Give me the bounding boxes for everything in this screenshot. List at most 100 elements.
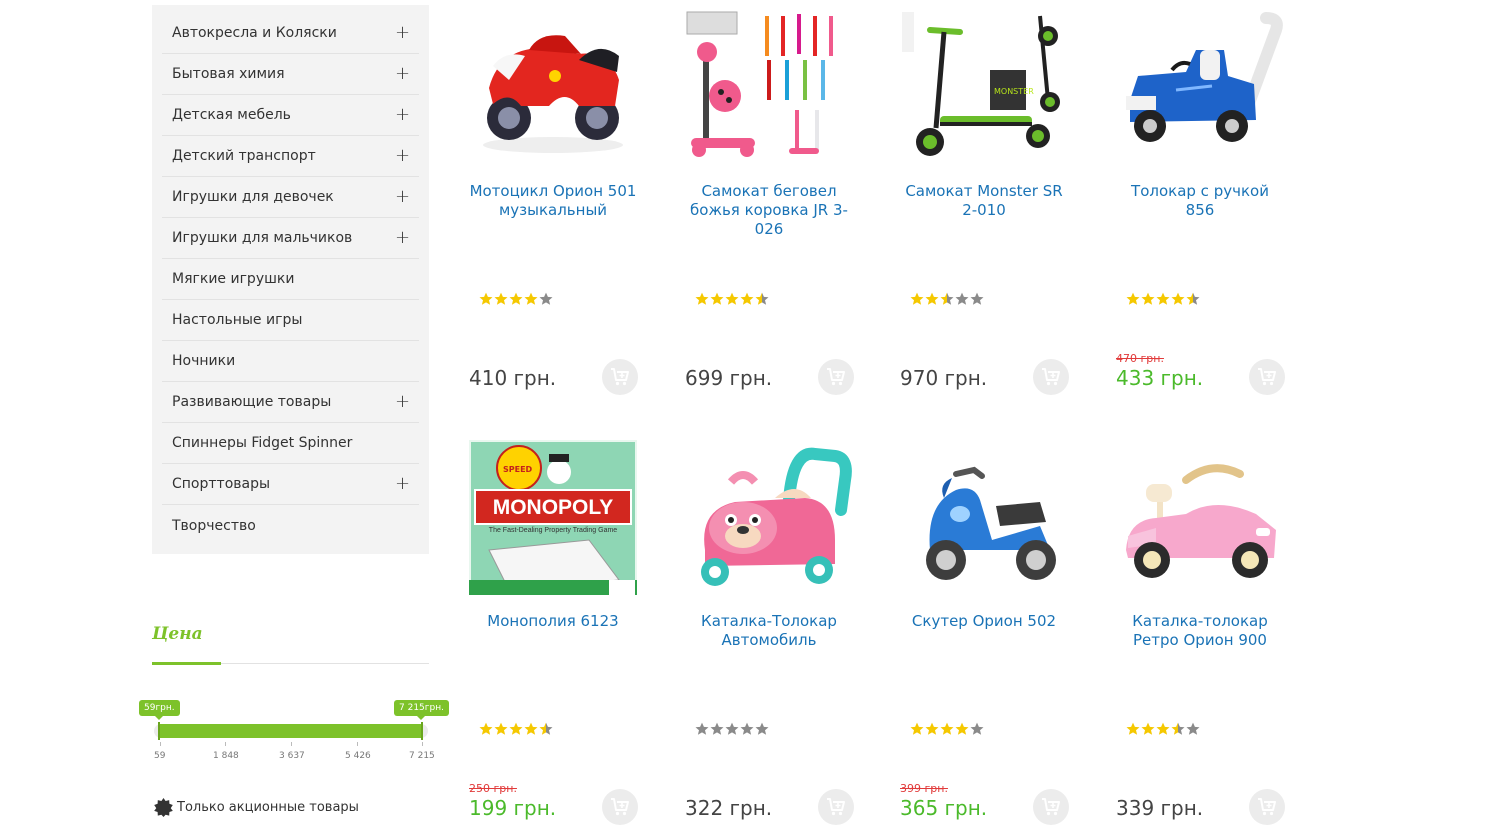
product-image[interactable]	[685, 10, 853, 165]
add-to-cart-icon	[611, 368, 629, 386]
star-icon	[479, 292, 493, 305]
expand-plus-icon[interactable]: +	[395, 24, 410, 42]
add-to-cart-button[interactable]	[1249, 789, 1285, 825]
product-price: 322 грн.	[685, 796, 773, 820]
star-icon	[494, 722, 508, 735]
product-image[interactable]: SPEED MONOPOLY The Fast-Dealing Property…	[469, 440, 637, 595]
star-icon	[755, 292, 769, 305]
add-to-cart-button[interactable]	[1033, 789, 1069, 825]
expand-plus-icon[interactable]: +	[395, 147, 410, 165]
price-scale-label: 7 215	[409, 751, 435, 761]
product-price: 433 грн.	[1116, 366, 1204, 390]
star-icon	[524, 722, 538, 735]
category-item[interactable]: Спорттовары +	[162, 464, 419, 505]
star-icon	[725, 722, 739, 735]
add-to-cart-button[interactable]	[1249, 359, 1285, 395]
star-icon	[740, 292, 754, 305]
star-icon	[755, 722, 769, 735]
old-price: 250 грн.	[469, 782, 517, 795]
star-icon	[479, 722, 493, 735]
rating-stars	[479, 292, 553, 306]
product-price: 199 грн.	[469, 796, 557, 820]
product-card: Скутер Орион 502 399 грн. 365 грн.	[900, 440, 1070, 840]
expand-plus-icon[interactable]: +	[395, 229, 410, 247]
category-item[interactable]: Бытовая химия +	[162, 54, 419, 95]
star-icon	[695, 722, 709, 735]
rating-stars	[1126, 722, 1200, 736]
expand-plus-icon[interactable]: +	[395, 475, 410, 493]
product-title-link[interactable]: Самокат Monster SR 2-010	[900, 182, 1068, 220]
product-title-link[interactable]: Каталка-толокар Ретро Орион 900	[1116, 612, 1284, 650]
add-to-cart-icon	[1258, 798, 1276, 816]
category-label: Мягкие игрушки	[172, 271, 295, 287]
category-item[interactable]: Мягкие игрушки	[162, 259, 419, 300]
expand-plus-icon[interactable]: +	[395, 188, 410, 206]
product-image[interactable]	[1116, 440, 1284, 595]
star-icon	[710, 292, 724, 305]
product-title-link[interactable]: Скутер Орион 502	[900, 612, 1068, 631]
add-to-cart-button[interactable]	[1033, 359, 1069, 395]
category-label: Детский транспорт	[172, 148, 316, 164]
rating-stars	[1126, 292, 1200, 306]
rating-stars	[479, 722, 553, 736]
expand-plus-icon[interactable]: +	[395, 393, 410, 411]
promo-only-label: Только акционные товары	[177, 800, 359, 815]
svg-text:MONSTER: MONSTER	[994, 87, 1034, 96]
category-item[interactable]: Спиннеры Fidget Spinner	[162, 423, 419, 464]
category-item[interactable]: Детская мебель +	[162, 95, 419, 136]
rating-stars	[695, 292, 769, 306]
category-item[interactable]: Настольные игры	[162, 300, 419, 341]
star-icon	[1156, 292, 1170, 305]
star-icon	[910, 292, 924, 305]
expand-plus-icon[interactable]: +	[395, 106, 410, 124]
star-icon	[539, 722, 553, 735]
category-item[interactable]: Детский транспорт +	[162, 136, 419, 177]
star-icon	[1171, 292, 1185, 305]
product-title-link[interactable]: Толокар с ручкой 856	[1116, 182, 1284, 220]
category-label: Детская мебель	[172, 107, 291, 123]
star-icon	[1186, 292, 1200, 305]
product-title-link[interactable]: Каталка-Толокар Автомобиль	[685, 612, 853, 650]
product-title-link[interactable]: Мотоцикл Орион 501 музыкальный	[469, 182, 637, 220]
category-label: Ночники	[172, 353, 236, 369]
old-price: 470 грн.	[1116, 352, 1164, 365]
add-to-cart-button[interactable]	[602, 359, 638, 395]
category-label: Развивающие товары	[172, 394, 332, 410]
price-slider-max-handle[interactable]	[421, 722, 423, 740]
star-icon	[1126, 292, 1140, 305]
star-icon	[509, 292, 523, 305]
product-card: MONSTER Самокат Monster SR 2-010 970 грн.	[900, 10, 1070, 430]
product-image[interactable]	[469, 10, 637, 165]
price-slider-min-handle[interactable]	[158, 722, 160, 740]
product-price: 970 грн.	[900, 366, 988, 390]
product-image[interactable]	[685, 440, 853, 595]
product-title-link[interactable]: Монополия 6123	[469, 612, 637, 631]
promo-only-filter[interactable]: Только акционные товары	[154, 798, 359, 817]
category-item[interactable]: Ночники	[162, 341, 419, 382]
product-title-link[interactable]: Самокат беговел божья коровка JR 3-026	[685, 182, 853, 239]
star-icon	[925, 722, 939, 735]
category-label: Бытовая химия	[172, 66, 285, 82]
add-to-cart-button[interactable]	[818, 359, 854, 395]
price-scale-label: 5 426	[345, 751, 371, 761]
category-item[interactable]: Творчество	[162, 505, 419, 546]
product-image[interactable]: MONSTER	[900, 10, 1068, 165]
add-to-cart-icon	[1258, 368, 1276, 386]
category-item[interactable]: Автокресла и Коляски +	[162, 13, 419, 54]
expand-plus-icon[interactable]: +	[395, 65, 410, 83]
category-item[interactable]: Игрушки для мальчиков +	[162, 218, 419, 259]
category-label: Игрушки для девочек	[172, 189, 334, 205]
add-to-cart-button[interactable]	[818, 789, 854, 825]
star-icon	[524, 292, 538, 305]
product-image[interactable]	[1116, 10, 1284, 165]
category-item[interactable]: Развивающие товары +	[162, 382, 419, 423]
add-to-cart-icon	[1042, 368, 1060, 386]
add-to-cart-button[interactable]	[602, 789, 638, 825]
category-label: Игрушки для мальчиков	[172, 230, 353, 246]
rating-stars	[910, 722, 984, 736]
category-item[interactable]: Игрушки для девочек +	[162, 177, 419, 218]
add-to-cart-icon	[1042, 798, 1060, 816]
product-image[interactable]	[900, 440, 1068, 595]
star-icon	[970, 722, 984, 735]
price-scale-label: 3 637	[279, 751, 305, 761]
